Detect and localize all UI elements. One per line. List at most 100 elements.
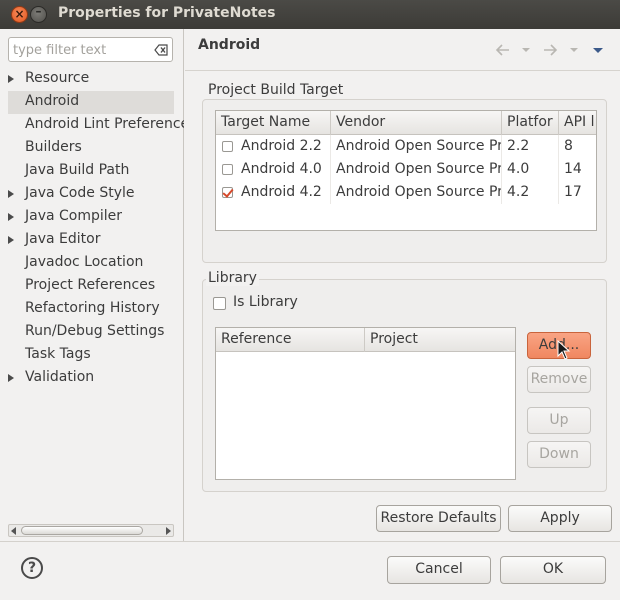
- cell-name: Android 2.2: [216, 135, 331, 158]
- scrollbar-thumb[interactable]: [21, 526, 143, 535]
- cell-text: 4.2: [507, 184, 530, 200]
- filter-box: [8, 37, 173, 62]
- properties-sidebar: Resource Android Android Lint Preferences B…: [0, 29, 184, 541]
- is-library-label: Is Library: [233, 294, 298, 310]
- ok-button[interactable]: OK: [500, 556, 606, 584]
- build-target-row[interactable]: Android 4.0 Android Open Source Project 4.…: [216, 158, 596, 181]
- tree-item-label: Javadoc Location: [25, 254, 144, 270]
- expand-arrow-icon[interactable]: [8, 374, 14, 382]
- build-target-table: Target Name Vendor Platfor API l Android…: [215, 110, 597, 231]
- target-checkbox[interactable]: [222, 187, 233, 198]
- tree-item-refactoring-history[interactable]: Refactoring History: [0, 298, 184, 321]
- tree-item-label: Project References: [25, 277, 156, 293]
- column-project[interactable]: Project: [365, 328, 515, 352]
- column-reference[interactable]: Reference: [216, 328, 365, 352]
- cell-text: 2.2: [507, 138, 530, 154]
- back-arrow-icon[interactable]: [495, 43, 511, 57]
- cell-vendor: Android Open Source Project: [331, 158, 502, 181]
- column-target-name[interactable]: Target Name: [216, 111, 331, 135]
- minimize-icon: –: [35, 4, 42, 18]
- tree-item-label: Task Tags: [25, 346, 91, 362]
- properties-tree: Resource Android Android Lint Preferences B…: [0, 68, 184, 390]
- cell-text: 4.0: [507, 161, 530, 177]
- forward-arrow-icon[interactable]: [542, 43, 558, 57]
- window-title: Properties for PrivateNotes: [58, 5, 276, 21]
- filter-input[interactable]: [13, 41, 148, 59]
- tree-item-run-debug-settings[interactable]: Run/Debug Settings: [0, 321, 184, 344]
- library-legend: Library: [206, 270, 259, 286]
- minimize-window-button[interactable]: –: [30, 4, 47, 23]
- build-target-table-header: Target Name Vendor Platfor API l: [216, 111, 596, 135]
- expand-arrow-icon[interactable]: [8, 190, 14, 198]
- tree-item-label: Resource: [25, 70, 90, 86]
- tree-item-android-lint-preferences[interactable]: Android Lint Preferences: [0, 114, 184, 137]
- tree-item-java-code-style[interactable]: Java Code Style: [0, 183, 184, 206]
- build-target-row[interactable]: Android 4.2 Android Open Source Project 4.…: [216, 181, 596, 204]
- remove-library-button[interactable]: Remove: [527, 366, 591, 393]
- close-window-button[interactable]: ×: [11, 6, 28, 23]
- scroll-right-icon[interactable]: [166, 527, 171, 535]
- library-table-header: Reference Project: [216, 328, 515, 352]
- cancel-button[interactable]: Cancel: [387, 556, 491, 584]
- column-api-level[interactable]: API l: [559, 111, 596, 135]
- expand-arrow-icon[interactable]: [8, 236, 14, 244]
- cell-text: Android Open Source Project: [336, 184, 501, 200]
- tree-item-label: Java Code Style: [25, 185, 135, 201]
- tree-item-label: Builders: [25, 139, 82, 155]
- page-header: Android: [185, 29, 620, 71]
- build-target-row[interactable]: Android 2.2 Android Open Source Project 2.…: [216, 135, 596, 158]
- cell-text: 8: [564, 138, 573, 154]
- tree-item-label: Java Editor: [25, 231, 101, 247]
- tree-item-javadoc-location[interactable]: Javadoc Location: [0, 252, 184, 275]
- cell-text: Android Open Source Project: [336, 161, 501, 177]
- cell-text: Android 4.0: [241, 161, 322, 177]
- move-down-button[interactable]: Down: [527, 441, 591, 468]
- tree-item-resource[interactable]: Resource: [0, 68, 184, 91]
- target-checkbox[interactable]: [222, 141, 233, 152]
- cell-platform: 4.0: [502, 158, 559, 181]
- tree-item-label: Run/Debug Settings: [25, 323, 165, 339]
- close-icon: ×: [14, 7, 25, 21]
- clear-filter-icon[interactable]: [154, 43, 168, 57]
- tree-item-java-build-path[interactable]: Java Build Path: [0, 160, 184, 183]
- dialog-footer: ? Cancel OK: [0, 541, 620, 600]
- properties-page: Android Project Build Target Target Name…: [185, 29, 620, 541]
- is-library-checkbox[interactable]: [213, 297, 226, 310]
- tree-item-validation[interactable]: Validation: [0, 367, 184, 390]
- help-icon[interactable]: ?: [21, 557, 43, 579]
- library-table: Reference Project: [215, 327, 516, 480]
- forward-history-dropdown-icon[interactable]: [569, 43, 579, 57]
- expand-arrow-icon[interactable]: [8, 75, 14, 83]
- tree-item-project-references[interactable]: Project References: [0, 275, 184, 298]
- tree-item-label: Android Lint Preferences: [25, 116, 184, 132]
- view-menu-icon[interactable]: [592, 43, 604, 57]
- move-up-button[interactable]: Up: [527, 407, 591, 434]
- cell-text: Android 4.2: [241, 184, 322, 200]
- tree-item-task-tags[interactable]: Task Tags: [0, 344, 184, 367]
- column-vendor[interactable]: Vendor: [331, 111, 502, 135]
- back-history-dropdown-icon[interactable]: [521, 43, 531, 57]
- tree-item-label: Android: [25, 93, 80, 109]
- cell-text: Android 2.2: [241, 138, 322, 154]
- column-platform[interactable]: Platfor: [502, 111, 559, 135]
- tree-item-java-compiler[interactable]: Java Compiler: [0, 206, 184, 229]
- tree-item-label: Validation: [25, 369, 95, 385]
- tree-item-builders[interactable]: Builders: [0, 137, 184, 160]
- cell-vendor: Android Open Source Project: [331, 135, 502, 158]
- tree-item-java-editor[interactable]: Java Editor: [0, 229, 184, 252]
- cell-name: Android 4.0: [216, 158, 331, 181]
- cell-vendor: Android Open Source Project: [331, 181, 502, 204]
- build-target-legend: Project Build Target: [206, 82, 346, 98]
- tree-item-label: Java Compiler: [25, 208, 123, 224]
- apply-button[interactable]: Apply: [508, 505, 612, 532]
- cell-api: 8: [559, 135, 596, 158]
- restore-defaults-button[interactable]: Restore Defaults: [376, 505, 501, 532]
- cell-platform: 4.2: [502, 181, 559, 204]
- tree-item-android[interactable]: Android: [8, 91, 174, 114]
- cell-api: 14: [559, 158, 596, 181]
- expand-arrow-icon[interactable]: [8, 213, 14, 221]
- sidebar-horizontal-scrollbar[interactable]: [8, 524, 174, 537]
- scroll-left-icon[interactable]: [11, 527, 16, 535]
- title-bar: × – Properties for PrivateNotes: [0, 0, 620, 29]
- target-checkbox[interactable]: [222, 164, 233, 175]
